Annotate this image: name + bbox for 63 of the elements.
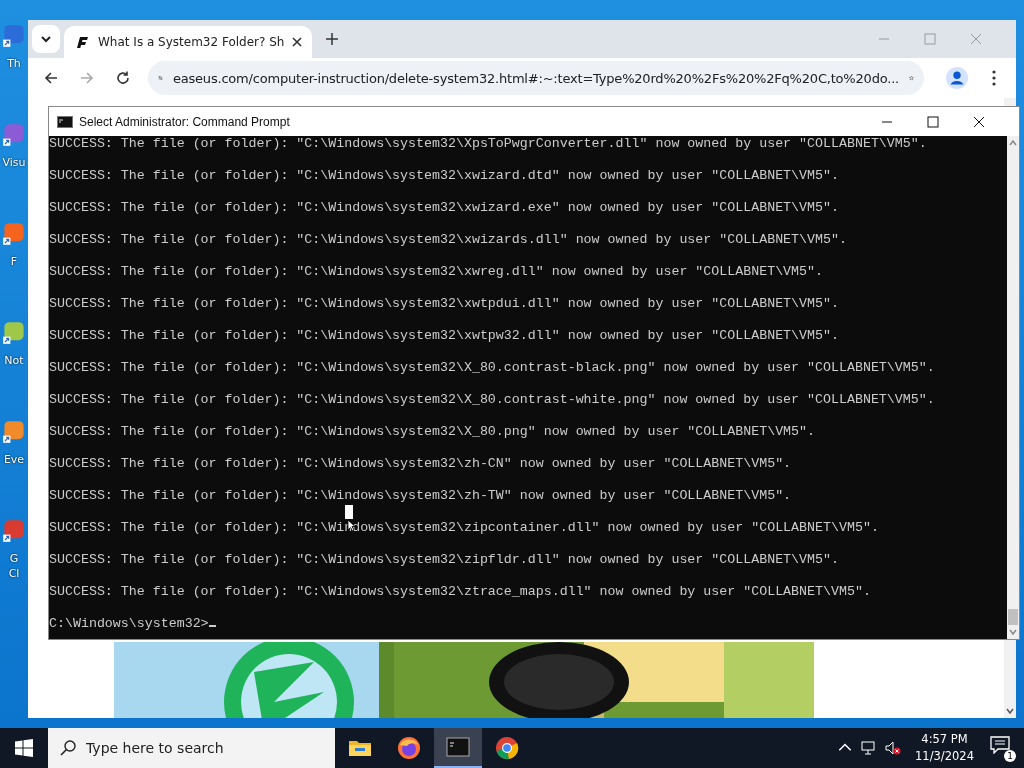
tab-title: What Is a System32 Folder? Sh bbox=[98, 35, 285, 49]
muted-speaker-icon[interactable] bbox=[885, 740, 902, 756]
taskbar-app[interactable] bbox=[434, 728, 482, 768]
browser-icon bbox=[495, 736, 519, 760]
reload-icon[interactable] bbox=[115, 70, 131, 86]
desktop-icon-label[interactable]: Not bbox=[4, 353, 24, 368]
clock-time[interactable]: 4:57 PM bbox=[921, 731, 968, 748]
shortcut-icon[interactable] bbox=[2, 222, 26, 246]
console-line: SUCCESS: The file (or folder): "C:\Windows\system32\xwtpdui.dll" now owned by user "COLLABNET\VM5". bbox=[49, 296, 839, 311]
console-line: SUCCESS: The file (or folder): "C:\Windows\system32\zipfldr.dll" now owned by user "COLLABNET\VM5". bbox=[49, 552, 839, 567]
console-line: SUCCESS: The file (or folder): "C:\Windows\system32\xwizard.dtd" now owned by user "COLLABNET\VM5". bbox=[49, 168, 839, 183]
terminal-icon bbox=[446, 735, 470, 759]
fox-globe-icon bbox=[397, 736, 421, 760]
console-line: SUCCESS: The file (or folder): "C:\Windows\system32\X_80.png" now owned by user "COLLABNET\VM5". bbox=[49, 424, 816, 439]
address-bar[interactable]: easeus.com/computer-instruction/delete-system32.html#:~:text=Type%20rd%20%2Fs%20%2Fq%20C,to%20do... bbox=[148, 61, 924, 95]
desktop-icon-label[interactable]: Visu bbox=[2, 155, 26, 170]
close-icon[interactable] bbox=[973, 115, 985, 128]
text-cursor bbox=[208, 625, 216, 627]
menu-icon[interactable] bbox=[992, 70, 996, 86]
scroll-down-icon[interactable] bbox=[1005, 706, 1015, 716]
shortcut-icon[interactable] bbox=[2, 420, 26, 444]
profile-icon[interactable] bbox=[946, 67, 968, 89]
terminal-icon bbox=[57, 115, 73, 128]
desktop-icon-label[interactable]: Th bbox=[7, 56, 21, 71]
notification-count: 1 bbox=[1004, 750, 1016, 762]
windows-logo-icon[interactable] bbox=[15, 739, 33, 757]
site-logo-icon bbox=[74, 34, 90, 50]
scrollbar-thumb[interactable] bbox=[1008, 609, 1018, 625]
search-icon bbox=[60, 740, 76, 756]
console-line: SUCCESS: The file (or folder): "C:\Windows\system32\XpsToPwgrConverter.dll" now owned by user "COLLABNET\VM5". bbox=[49, 136, 927, 151]
tab-search-button[interactable] bbox=[32, 25, 60, 53]
shortcut-icon[interactable] bbox=[2, 123, 26, 147]
console-line: SUCCESS: The file (or folder): "C:\Windows\system32\xwizards.dll" now owned by user "COLLABNET\VM5". bbox=[49, 232, 847, 247]
command-prompt: C:\Windows\system32> bbox=[49, 616, 209, 631]
shortcut-icon[interactable] bbox=[2, 519, 26, 543]
search-field[interactable]: Type here to search bbox=[48, 728, 335, 768]
network-icon[interactable] bbox=[861, 740, 878, 756]
desktop-icon-label[interactable]: G Cl bbox=[8, 551, 20, 581]
back-icon[interactable] bbox=[43, 70, 59, 86]
console-line: SUCCESS: The file (or folder): "C:\Windows\system32\xwizard.exe" now owned by user "COLLABNET\VM5". bbox=[49, 200, 839, 215]
chevron-down-icon bbox=[40, 33, 52, 45]
maximize-icon[interactable] bbox=[927, 115, 939, 128]
console-line: SUCCESS: The file (or folder): "C:\Windows\system32\X_80.contrast-black.png" now owned by user "COLLABNET\VM5". bbox=[49, 360, 935, 375]
shortcut-icon[interactable] bbox=[2, 321, 26, 345]
console-line: SUCCESS: The file (or folder): "C:\Windows\system32\zh-TW" now owned by user "COLLABNET\VM5". bbox=[49, 488, 792, 503]
window-title: Select Administrator: Command Prompt bbox=[79, 114, 290, 129]
browser-tab[interactable]: What Is a System32 Folder? Sh bbox=[64, 26, 313, 58]
console-line: SUCCESS: The file (or folder): "C:\Windows\system32\zh-CN" now owned by user "COLLABNET\VM5". bbox=[49, 456, 792, 471]
shortcut-icon[interactable] bbox=[2, 24, 26, 48]
new-tab-icon[interactable] bbox=[326, 33, 339, 45]
console-line: SUCCESS: The file (or folder): "C:\Windows\system32\X_80.contrast-white.png" now owned by user "COLLABNET\VM5". bbox=[49, 392, 935, 407]
close-icon[interactable] bbox=[292, 37, 303, 47]
console-line: SUCCESS: The file (or folder): "C:\Windows\system32\ztrace_maps.dll" now owned by user "COLLABNET\VM5". bbox=[49, 584, 871, 599]
scroll-down-icon[interactable] bbox=[1008, 627, 1018, 637]
notifications-icon[interactable] bbox=[990, 736, 1010, 754]
url-text: easeus.com/computer-instruction/delete-system32.html#:~:text=Type%20rd%20%2Fs%20%2Fq%20C,to%20do... bbox=[172, 70, 900, 86]
scroll-up-icon[interactable] bbox=[1008, 138, 1018, 148]
console-line: SUCCESS: The file (or folder): "C:\Windows\system32\zipcontainer.dll" now owned by user "COLLABNET\VM5". bbox=[49, 520, 879, 535]
desktop-icon-label[interactable]: F bbox=[10, 254, 18, 269]
console-line: SUCCESS: The file (or folder): "C:\Windows\system32\xwreg.dll" now owned by user "COLLABNET\VM5". bbox=[49, 264, 823, 279]
console-line: SUCCESS: The file (or folder): "C:\Windows\system32\xwtpw32.dll" now owned by user "COLLABNET\VM5". bbox=[49, 328, 839, 343]
desktop-icon-label[interactable]: Eve bbox=[3, 452, 25, 467]
clock-date[interactable]: 11/3/2024 bbox=[915, 748, 974, 765]
